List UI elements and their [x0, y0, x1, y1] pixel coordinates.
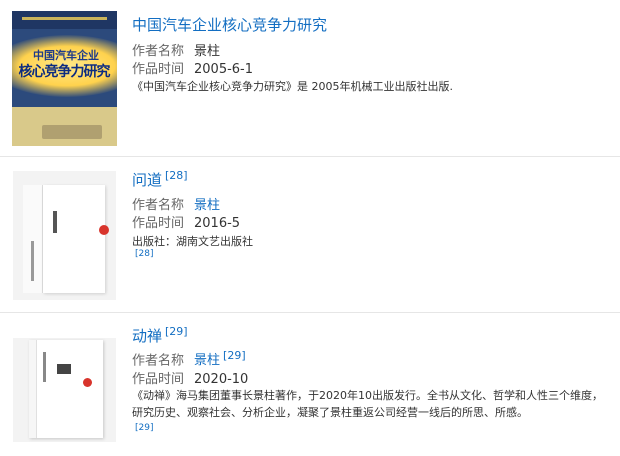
time-label: 作品时间 — [132, 372, 185, 387]
book-description: 《中国汽车企业核心竞争力研究》是 2005年机械工业出版社出版. — [132, 80, 453, 93]
time-label: 作品时间 — [132, 62, 185, 77]
author-label: 作者名称 — [132, 44, 185, 59]
author-row: 作者名称 景柱 — [132, 40, 220, 59]
author-label: 作者名称 — [132, 198, 185, 213]
citation-ref[interactable]: [28] — [135, 249, 153, 259]
time-label: 作品时间 — [132, 216, 185, 231]
book-title-link[interactable]: 中国汽车企业核心竞争力研究 — [132, 14, 327, 35]
author-label: 作者名称 — [132, 353, 185, 369]
citation-ref[interactable]: [29] — [165, 325, 188, 338]
author-value: 景柱 — [194, 44, 221, 59]
cover-spine — [29, 340, 37, 438]
author-row: 作者名称 景柱 — [132, 194, 220, 213]
citation-ref[interactable]: [29] — [135, 423, 153, 433]
citation-ref[interactable]: [29] — [223, 349, 246, 362]
cover-header-text — [22, 17, 107, 20]
book-description: 出版社：湖南文艺出版社 — [132, 235, 253, 248]
cover-face — [29, 340, 103, 438]
book-title-link[interactable]: 问道 [28] — [132, 169, 188, 190]
book-cover-image[interactable]: 中国汽车企业 核心竞争力研究 — [12, 11, 117, 146]
book-entry: 问道 [28] 作者名称 景柱 作品时间 2016-5 出版社：湖南文艺出版社 [28… — [0, 157, 620, 312]
time-row: 作品时间 2020-10 — [132, 368, 248, 387]
time-row: 作品时间 2005-6-1 — [132, 58, 253, 77]
book-entry: 动禅 [29] 作者名称 景柱 [29] 作品时间 2020-10 《动禅》海马集团董事… — [0, 313, 620, 456]
cover-header-band — [12, 11, 117, 29]
time-value: 2005-6-1 — [194, 62, 254, 77]
time-value: 2020-10 — [194, 372, 249, 387]
time-row: 作品时间 2016-5 — [132, 212, 240, 231]
cover-title-line2: 核心竞争力研究 — [18, 64, 111, 80]
cover-publisher-logo — [42, 125, 102, 139]
book-cover-image[interactable] — [13, 338, 116, 442]
author-link[interactable]: 景柱 — [194, 353, 220, 368]
cover-title-mark — [57, 364, 71, 374]
citation-ref[interactable]: [28] — [165, 169, 188, 182]
book-title[interactable]: 问道 — [132, 171, 162, 189]
time-value: 2016-5 — [194, 216, 241, 231]
book-description: 《动禅》海马集团董事长景柱著作，于2020年10出版发行。全书从文化、哲学和人性… — [132, 389, 603, 419]
author-link[interactable]: 景柱 — [194, 198, 220, 213]
cover-author-mark — [43, 352, 46, 382]
author-row: 作者名称 景柱 [29] — [132, 349, 246, 368]
cover-face — [43, 185, 105, 293]
cover-red-seal — [99, 225, 109, 235]
book-title[interactable]: 中国汽车企业核心竞争力研究 — [132, 16, 327, 34]
book-title-link[interactable]: 动禅 [29] — [132, 325, 188, 346]
cover-title-mark — [53, 211, 57, 233]
book-cover-image[interactable] — [13, 171, 116, 300]
cover-spine-text — [31, 241, 34, 281]
book-title[interactable]: 动禅 — [132, 327, 162, 345]
book-entry: 中国汽车企业 核心竞争力研究 中国汽车企业核心竞争力研究 作者名称 景柱 作品时间… — [0, 0, 620, 155]
cover-red-seal — [83, 378, 92, 387]
